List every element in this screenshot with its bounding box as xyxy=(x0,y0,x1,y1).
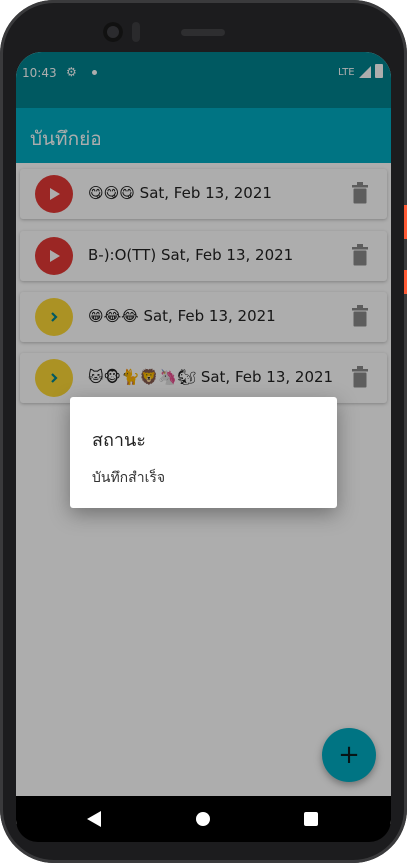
phone-top-bezel xyxy=(0,0,407,50)
back-icon[interactable] xyxy=(87,811,101,827)
home-icon[interactable] xyxy=(196,812,210,826)
screen: 10:43 ⚙ LTE บันทึกย่อ 😋😋😋 Sat, Feb 13, 2… xyxy=(16,52,391,828)
status-dialog: สถานะ บันทึกสำเร็จ xyxy=(70,397,337,508)
navigation-bar xyxy=(16,796,391,842)
dialog-title: สถานะ xyxy=(92,430,146,451)
front-camera xyxy=(103,22,123,42)
phone-frame: 10:43 ⚙ LTE บันทึกย่อ 😋😋😋 Sat, Feb 13, 2… xyxy=(0,0,407,863)
earpiece-speaker xyxy=(181,29,225,36)
proximity-sensor xyxy=(132,22,140,42)
recents-icon[interactable] xyxy=(304,812,318,826)
dialog-message: บันทึกสำเร็จ xyxy=(92,470,166,486)
